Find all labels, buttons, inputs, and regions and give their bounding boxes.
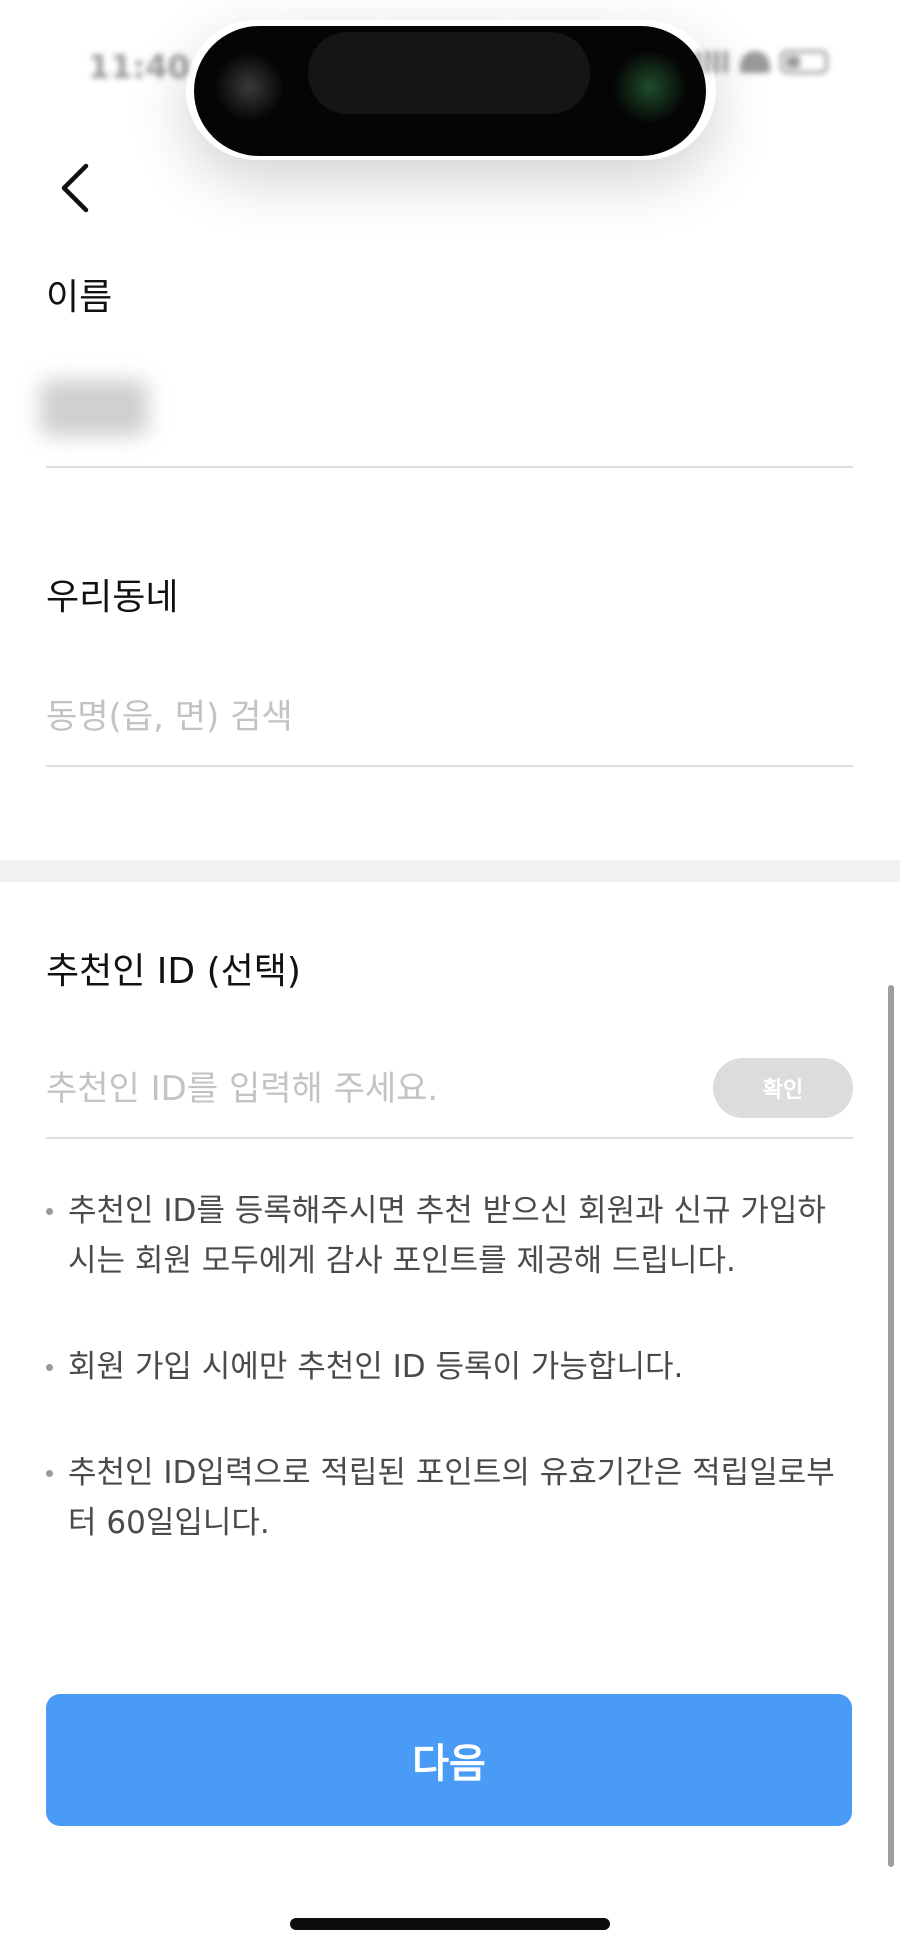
- dynamic-island: [194, 26, 706, 156]
- name-underline: [46, 466, 853, 468]
- note-item: 추천인 ID를 등록해주시면 추천 받으신 회원과 신규 가입하시는 회원 모두…: [44, 1186, 854, 1286]
- status-indicators: [696, 50, 828, 74]
- referrer-underline: [46, 1137, 853, 1139]
- back-button[interactable]: [44, 158, 104, 218]
- confirm-button[interactable]: 확인: [713, 1058, 853, 1118]
- referrer-label: 추천인 ID (선택): [46, 951, 301, 992]
- name-value-redacted: [40, 380, 148, 436]
- section-divider: [0, 860, 900, 882]
- referrer-id-input[interactable]: [46, 1064, 696, 1114]
- note-item: 회원 가입 시에만 추천인 ID 등록이 가능합니다.: [44, 1342, 854, 1392]
- bullet-icon: [46, 1364, 53, 1371]
- chevron-left-icon: [61, 163, 89, 213]
- battery-icon: [780, 50, 828, 74]
- bullet-icon: [46, 1208, 53, 1215]
- status-time: 11:40: [88, 48, 190, 86]
- next-button[interactable]: 다음: [46, 1694, 852, 1826]
- note-item: 추천인 ID입력으로 적립된 포인트의 유효기간은 적립일로부터 60일입니다.: [44, 1448, 854, 1548]
- scrollbar[interactable]: [888, 985, 894, 1867]
- name-label: 이름: [46, 277, 113, 318]
- camera-icon: [214, 52, 284, 122]
- neighborhood-search-input[interactable]: [46, 692, 853, 742]
- indicator-light-icon: [610, 52, 690, 122]
- referrer-notes: 추천인 ID를 등록해주시면 추천 받으신 회원과 신규 가입하시는 회원 모두…: [44, 1186, 854, 1604]
- neighborhood-label: 우리동네: [46, 577, 179, 618]
- home-indicator[interactable]: [290, 1918, 610, 1930]
- neighborhood-underline: [46, 765, 853, 767]
- bullet-icon: [46, 1470, 53, 1477]
- wifi-icon: [740, 51, 770, 73]
